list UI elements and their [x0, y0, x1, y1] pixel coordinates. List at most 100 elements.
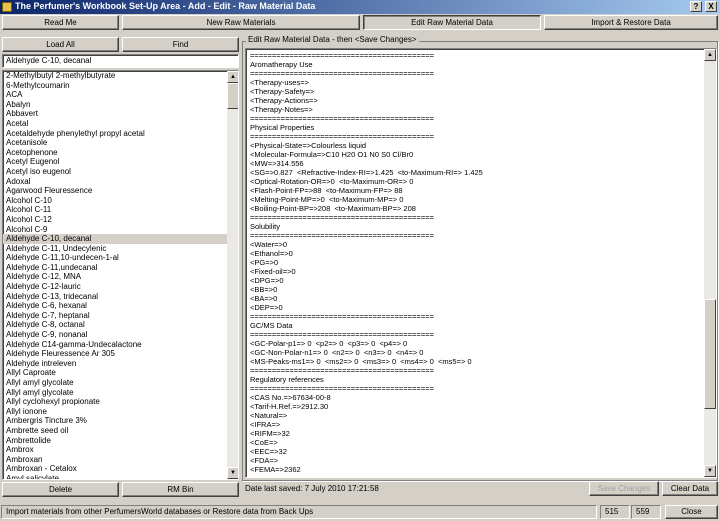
- materials-list-scrollbar[interactable]: ▲ ▼: [227, 71, 238, 479]
- date-last-saved: Date last saved: 7 July 2010 17:21:58: [245, 484, 379, 493]
- search-input[interactable]: Aldehyde C-10, decanal: [2, 54, 239, 68]
- list-item[interactable]: Aldehyde C-11,undecanal: [3, 263, 228, 273]
- list-item[interactable]: Alcohol C-12: [3, 215, 228, 225]
- list-item[interactable]: Abalyn: [3, 100, 228, 110]
- app-icon: [2, 2, 12, 12]
- editor-line: Solubility: [250, 222, 281, 231]
- editor-scroll-up-arrow-icon[interactable]: ▲: [704, 49, 716, 61]
- editor-line: <Therapy-Notes=>: [250, 105, 313, 114]
- list-item[interactable]: Ambrettolide: [3, 436, 228, 446]
- editor-line: ========================================…: [250, 384, 434, 393]
- editor-line: <GC-Non-Polar-n1=> 0 <n2=> 0 <n3=> 0 <n4…: [250, 348, 424, 357]
- list-item[interactable]: Acetal: [3, 119, 228, 129]
- close-window-button[interactable]: X: [705, 1, 717, 12]
- editor-line: <Water=>0: [250, 240, 288, 249]
- editor-line: <Natural=>: [250, 411, 288, 420]
- list-item[interactable]: Allyl ionone: [3, 407, 228, 417]
- editor-line: <Molecular-Formula=>C10 H20 O1 N0 S0 Cl/…: [250, 150, 414, 159]
- scroll-thumb[interactable]: [227, 83, 238, 109]
- list-item[interactable]: Aldehyde intreleven: [3, 359, 228, 369]
- tab-new-raw-materials[interactable]: New Raw Materials: [122, 15, 360, 30]
- list-item[interactable]: Ambroxan - Cetalox: [3, 464, 228, 474]
- list-item[interactable]: Abbavert: [3, 109, 228, 119]
- editor-scrollbar[interactable]: ▲ ▼: [704, 49, 716, 477]
- editor-line: ========================================…: [250, 366, 434, 375]
- editor-line: ========================================…: [250, 51, 434, 60]
- scroll-down-arrow-icon[interactable]: ▼: [227, 467, 238, 479]
- rm-bin-button[interactable]: RM Bin: [122, 482, 239, 497]
- delete-button[interactable]: Delete: [2, 482, 119, 497]
- list-item[interactable]: Aldehyde C-12-lauric: [3, 282, 228, 292]
- list-item[interactable]: Allyl cyclohexyl propionate: [3, 397, 228, 407]
- editor-line: <FEMA=>2362: [250, 465, 301, 474]
- list-item[interactable]: Allyl amyl glycolate: [3, 388, 228, 398]
- close-button[interactable]: Close: [665, 505, 718, 519]
- editor-line: <BA=>0: [250, 294, 278, 303]
- tab-import-restore-data[interactable]: Import & Restore Data: [544, 15, 718, 30]
- status-message: Import materials from other PerfumersWor…: [1, 505, 597, 519]
- list-item[interactable]: Allyl amyl glycolate: [3, 378, 228, 388]
- list-item[interactable]: Aldehyde C-6, hexanal: [3, 301, 228, 311]
- list-item[interactable]: Allyl Caproate: [3, 368, 228, 378]
- list-item[interactable]: Amyl salicylate: [3, 474, 228, 479]
- tab-edit-raw-material-data[interactable]: Edit Raw Material Data: [363, 15, 541, 30]
- list-item[interactable]: Aldehyde C-13, tridecanal: [3, 292, 228, 302]
- editor-scroll-thumb[interactable]: [704, 299, 716, 409]
- materials-list[interactable]: 2-Methylbutyl 2-methylbutyrate 6-Methylco…: [2, 70, 239, 480]
- editor-line: <Tarif-H.Ref.=>2912.30: [250, 402, 329, 411]
- editor-line: <GC-Polar-p1=> 0 <p2=> 0 <p3=> 0 <p4=> 0: [250, 339, 408, 348]
- find-button[interactable]: Find: [122, 37, 239, 52]
- list-item[interactable]: Alcohol C-11: [3, 205, 228, 215]
- list-item[interactable]: Acetyl iso eugenol: [3, 167, 228, 177]
- window-title: The Perfumer's Workbook Set-Up Area - Ad…: [15, 1, 316, 11]
- list-item[interactable]: Ambergris Tincture 3%: [3, 416, 228, 426]
- list-item[interactable]: Aldehyde C-9, nonanal: [3, 330, 228, 340]
- list-item[interactable]: Alcohol C-9: [3, 225, 228, 235]
- clear-data-button[interactable]: Clear Data: [662, 481, 718, 496]
- list-item[interactable]: Alcohol C-10: [3, 196, 228, 206]
- editor-line: <CAS No.=>67634-00-8: [250, 393, 331, 402]
- list-item[interactable]: Aldehyde C-8, octanal: [3, 320, 228, 330]
- editor-line: <RIFM=>32: [250, 429, 290, 438]
- editor-line: Aromatherapy Use: [250, 60, 313, 69]
- list-item[interactable]: Adoxal: [3, 177, 228, 187]
- list-item[interactable]: Aldehyde C-11,10-undecen-1-al: [3, 253, 228, 263]
- list-item[interactable]: Agarwood Fleuressence: [3, 186, 228, 196]
- editor-line: ========================================…: [250, 132, 434, 141]
- scroll-up-arrow-icon[interactable]: ▲: [227, 71, 238, 83]
- list-item[interactable]: Aldehyde C-11, Undecylenic: [3, 244, 228, 254]
- editor-line: <Therapy-Safety=>: [250, 87, 315, 96]
- list-item[interactable]: 6-Methylcoumarin: [3, 81, 228, 91]
- editor-line: <MS-Peaks-ms1=> 0 <ms2=> 0 <ms3=> 0 <ms4…: [250, 357, 472, 366]
- list-item[interactable]: Aldehyde Fleuressence Ar 305: [3, 349, 228, 359]
- list-item[interactable]: Acetaldehyde phenylethyl propyl acetal: [3, 129, 228, 139]
- help-button[interactable]: ?: [690, 1, 702, 12]
- tab-read-me[interactable]: Read Me: [2, 15, 119, 30]
- load-all-button[interactable]: Load All: [2, 37, 119, 52]
- raw-material-data-editor[interactable]: ========================================…: [245, 48, 717, 478]
- list-item[interactable]: Ambrette seed oil: [3, 426, 228, 436]
- list-item[interactable]: 2-Methylbutyl 2-methylbutyrate: [3, 71, 228, 81]
- list-item[interactable]: Ambroxan: [3, 455, 228, 465]
- editor-line: Regulatory references: [250, 375, 324, 384]
- status-bar: Import materials from other PerfumersWor…: [0, 503, 720, 521]
- editor-line: <DEP=>0: [250, 303, 283, 312]
- list-item[interactable]: Aldehyde C-12, MNA: [3, 272, 228, 282]
- title-bar: The Perfumer's Workbook Set-Up Area - Ad…: [0, 0, 720, 14]
- save-changes-button[interactable]: Save Changes: [589, 481, 659, 496]
- editor-line: <BB=>0: [250, 285, 278, 294]
- editor-scroll-down-arrow-icon[interactable]: ▼: [704, 465, 716, 477]
- editor-line: <Fixed-oil=>0: [250, 267, 296, 276]
- list-item[interactable]: Ambrox: [3, 445, 228, 455]
- editor-line: ========================================…: [250, 69, 434, 78]
- list-item[interactable]: Acetophenone: [3, 148, 228, 158]
- editor-line: ========================================…: [250, 231, 434, 240]
- list-item[interactable]: Aldehyde C14-gamma-Undecalactone: [3, 340, 228, 350]
- list-item[interactable]: Acetanisole: [3, 138, 228, 148]
- list-item[interactable]: ACA: [3, 90, 228, 100]
- list-item[interactable]: Acetyl Eugenol: [3, 157, 228, 167]
- list-item[interactable]: Aldehyde C-7, heptanal: [3, 311, 228, 321]
- editor-line: Physical Properties: [250, 123, 315, 132]
- editor-group-label: Edit Raw Material Data - then <Save Chan…: [246, 35, 419, 44]
- list-item[interactable]: Aldehyde C-10, decanal: [3, 234, 228, 244]
